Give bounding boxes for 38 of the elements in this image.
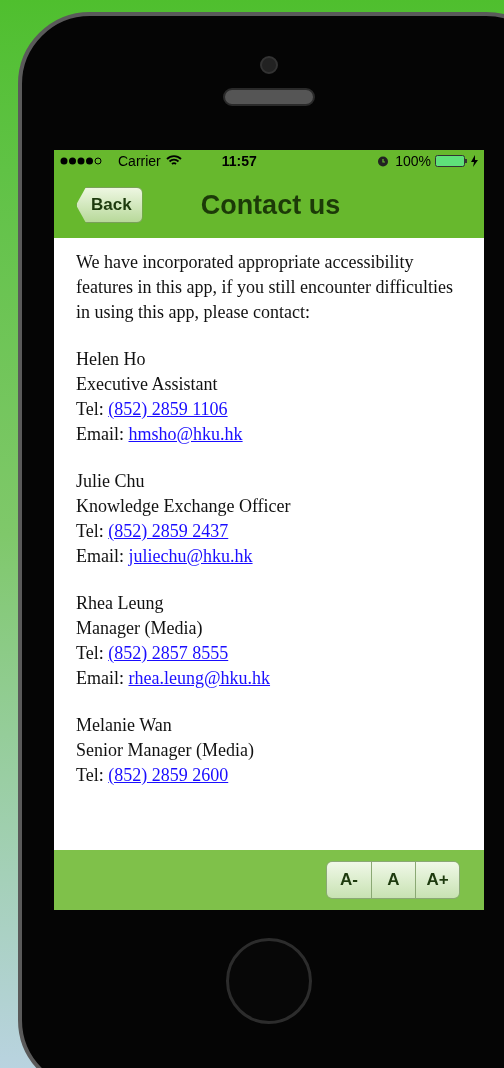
- contact-role: Senior Manager (Media): [76, 739, 255, 762]
- intro-paragraph: We have incorporated appropriate accessibility features in this app, if you still encounter difficulties in using this app, please contact:: [76, 251, 455, 324]
- contact-name: Melanie Wan: [76, 714, 173, 737]
- wifi-icon: [165, 155, 182, 167]
- font-size-button[interactable]: A-: [327, 862, 371, 898]
- email-link[interactable]: juliechu@hku.hk: [128, 546, 253, 566]
- charging-bolt-icon: [471, 155, 478, 167]
- phone-line: Tel: (852) 2859 2600: [76, 764, 230, 787]
- battery-icon: [435, 155, 469, 167]
- phone-link[interactable]: (852) 2859 2437: [108, 521, 229, 541]
- email-link[interactable]: hmsho@hku.hk: [128, 424, 243, 444]
- email-link[interactable]: rhea.leung@hku.hk: [128, 668, 271, 688]
- contact-name: Julie Chu: [76, 470, 146, 493]
- clock-time: 11:57: [221, 151, 257, 171]
- contact-role: Manager (Media): [76, 617, 204, 640]
- page-title: Contact us: [200, 188, 341, 222]
- battery-percent: 100%: [395, 151, 431, 171]
- email-line: Email: juliechu@hku.hk: [76, 545, 254, 568]
- alarm-icon: [377, 155, 390, 167]
- contact-name: Rhea Leung: [76, 592, 165, 615]
- phone-link[interactable]: (852) 2857 8555: [108, 643, 229, 663]
- phone-line: Tel: (852) 2859 2437: [76, 520, 230, 543]
- contact-name: Helen Ho: [76, 348, 147, 371]
- phone-line: Tel: (852) 2857 8555: [76, 642, 230, 665]
- font-size-button[interactable]: A+: [415, 862, 459, 898]
- email-line: Email: rhea.leung@hku.hk: [76, 667, 272, 690]
- back-button[interactable]: Back: [76, 187, 143, 223]
- phone-link[interactable]: (852) 2859 2600: [108, 765, 229, 785]
- signal-icon: [60, 157, 104, 165]
- contact-role: Executive Assistant: [76, 373, 219, 396]
- email-line: Email: hmsho@hku.hk: [76, 423, 244, 446]
- font-size-button[interactable]: A: [371, 862, 415, 898]
- camera-icon: [260, 56, 278, 74]
- carrier-label: Carrier: [118, 151, 161, 171]
- contact-role: Knowledge Exchange Officer: [76, 495, 292, 518]
- phone-line: Tel: (852) 2859 1106: [76, 398, 229, 421]
- phone-link[interactable]: (852) 2859 1106: [108, 399, 228, 419]
- speaker-grille-icon: [223, 88, 315, 106]
